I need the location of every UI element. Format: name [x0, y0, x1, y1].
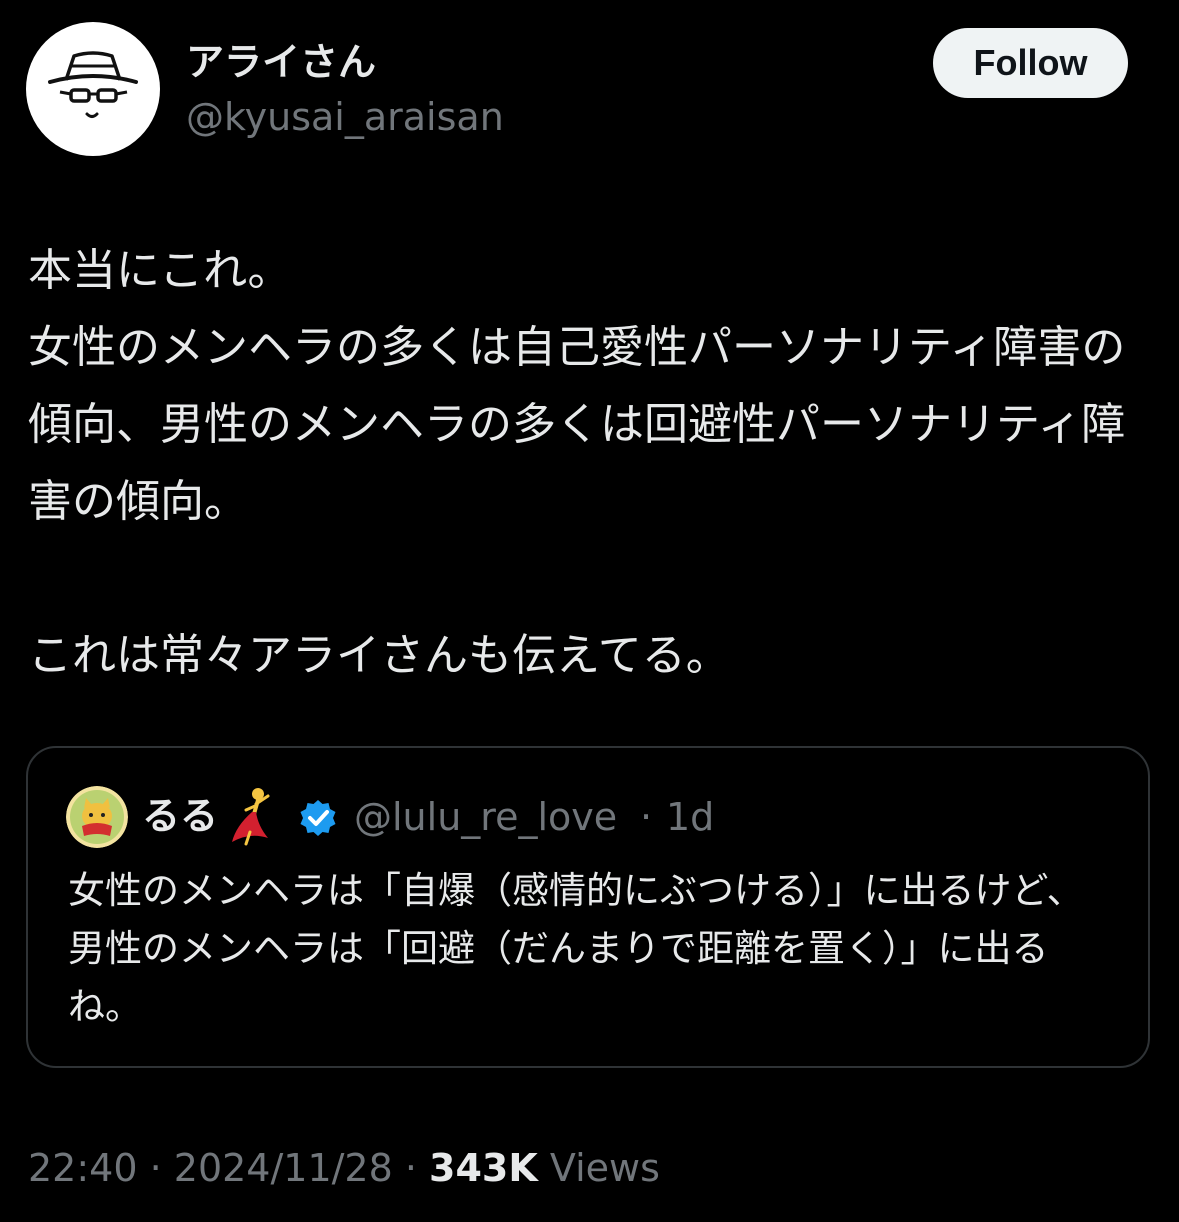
quote-author-handle[interactable]: @lulu_re_love: [354, 794, 617, 840]
tweet-meta: 22:40 · 2024/11/28 · 343K Views: [28, 1144, 660, 1192]
tweet-time[interactable]: 22:40: [28, 1146, 138, 1190]
follow-button[interactable]: Follow: [933, 28, 1128, 98]
verified-badge-icon: [300, 800, 336, 836]
quote-tweet-card[interactable]: るる @lulu_re_love · 1d 女性のメンヘラは「自爆（感情的にぶつ…: [26, 746, 1150, 1068]
meta-separator: ·: [392, 1146, 430, 1190]
quote-author-avatar[interactable]: [66, 786, 128, 848]
quote-separator: ·: [640, 795, 653, 839]
quote-tweet-text: 女性のメンヘラは「自爆（感情的にぶつける）」に出るけど、男性のメンヘラは「回避（…: [68, 869, 1084, 1028]
views-label: Views: [537, 1146, 660, 1190]
quote-author-name[interactable]: るる: [142, 792, 218, 840]
tweet-text: 本当にこれ。 女性のメンヘラの多くは自己愛性パーソナリティ障害の傾向、男性のメン…: [28, 245, 1126, 681]
author-avatar[interactable]: [26, 22, 160, 156]
dancer-icon: [232, 788, 270, 846]
hat-glasses-face-icon: [48, 51, 138, 118]
author-display-name[interactable]: アライさん: [186, 38, 376, 86]
cat-mascot-icon: [66, 786, 128, 848]
meta-separator: ·: [137, 1146, 174, 1190]
views-count[interactable]: 343K: [429, 1146, 538, 1190]
tweet-date[interactable]: 2024/11/28: [174, 1146, 393, 1190]
quote-timestamp[interactable]: 1d: [666, 794, 714, 840]
author-handle[interactable]: @kyusai_araisan: [186, 94, 504, 140]
